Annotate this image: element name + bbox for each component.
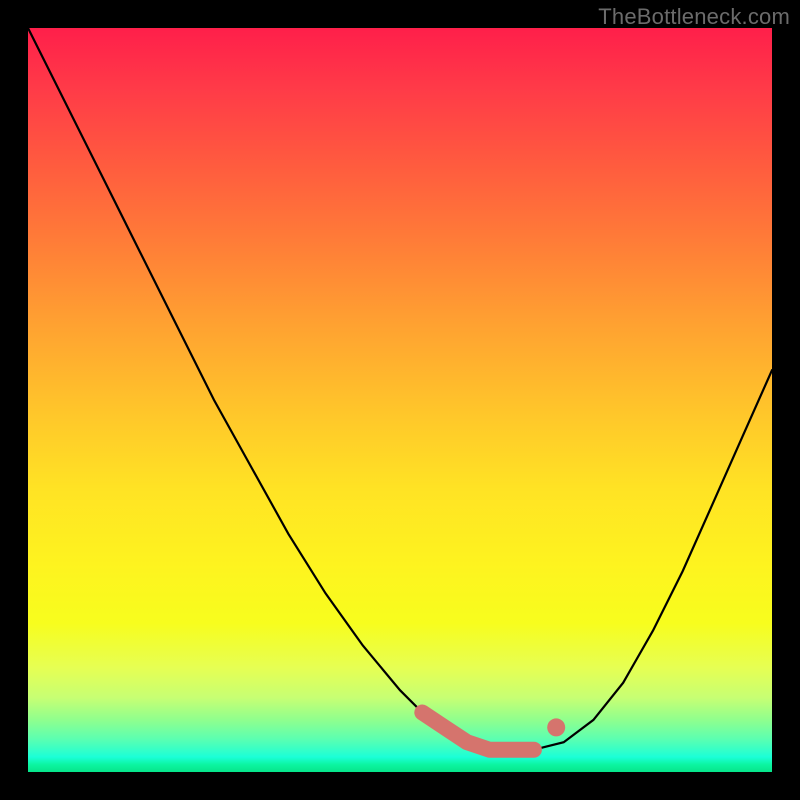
curve-svg [28,28,772,772]
watermark-text: TheBottleneck.com [598,4,790,30]
sweet-spot-endpoint [547,718,565,736]
plot-area [28,28,772,772]
bottleneck-curve [28,28,772,750]
chart-stage: TheBottleneck.com [0,0,800,800]
sweet-spot-marker [422,713,534,750]
